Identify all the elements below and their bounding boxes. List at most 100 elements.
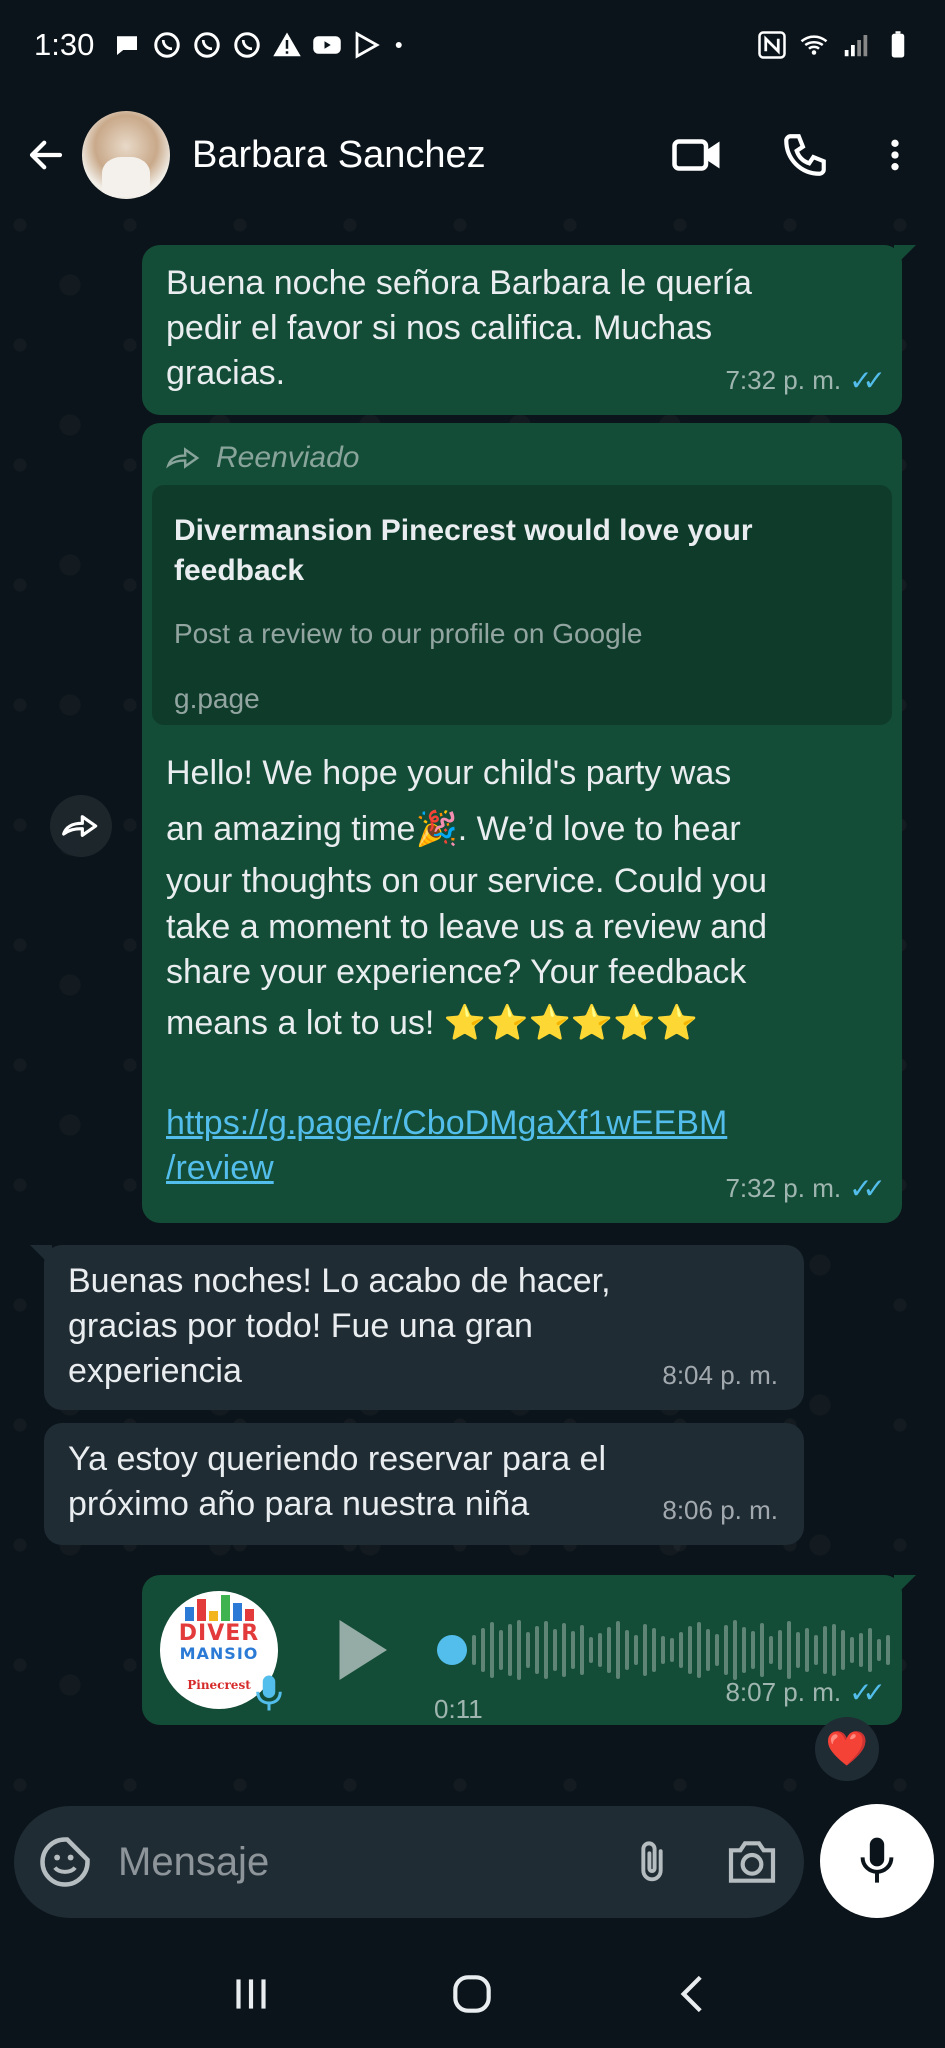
chat-area[interactable]: Buena noche señora Barbara le quería ped… xyxy=(0,205,945,1805)
bubble-tail xyxy=(894,245,916,267)
waveform-bar xyxy=(778,1630,782,1670)
waveform-bar xyxy=(715,1634,719,1666)
status-time: 1:30 xyxy=(34,27,95,62)
waveform-bar xyxy=(634,1635,638,1665)
message-meta: 8:04 p. m. xyxy=(662,1353,778,1398)
nfc-icon xyxy=(758,31,786,59)
waveform-bar xyxy=(769,1636,773,1664)
voice-message-bubble[interactable]: DIVER MANSIO Pinecrest 0:11 8:07 p. m. ✓… xyxy=(142,1575,916,1725)
waveform-bar xyxy=(472,1635,476,1665)
bubble-tail xyxy=(894,1575,916,1597)
message-text-line: an amazing time🎉. We’d love to hear xyxy=(166,810,741,848)
record-voice-button[interactable] xyxy=(820,1804,934,1918)
bubble-tail xyxy=(30,1245,52,1267)
message-time: 7:32 p. m. xyxy=(725,365,842,395)
back-arrow-icon xyxy=(29,140,63,170)
message-text-line: Hello! We hope your child's party was xyxy=(166,754,732,792)
voice-duration: 0:11 xyxy=(434,1694,483,1724)
logo-text-mid: MANSIO xyxy=(179,1643,259,1663)
waveform-bar xyxy=(643,1624,647,1676)
dot-icon xyxy=(396,42,403,48)
waveform-bar xyxy=(607,1627,611,1673)
home-icon[interactable] xyxy=(447,1969,497,2019)
video-call-button[interactable] xyxy=(667,125,727,185)
recent-apps-icon[interactable] xyxy=(226,1969,276,2019)
back-nav-icon[interactable] xyxy=(669,1969,719,2019)
read-receipt-icon: ✓✓ xyxy=(849,1676,886,1709)
forward-button[interactable] xyxy=(50,795,112,857)
contact-avatar[interactable] xyxy=(82,111,170,199)
back-button[interactable] xyxy=(20,129,72,181)
contact-name[interactable]: Barbara Sanchez xyxy=(192,134,619,177)
waveform-bar xyxy=(796,1632,800,1668)
message-meta: 8:06 p. m. xyxy=(662,1488,778,1533)
waveform-bar xyxy=(652,1628,656,1672)
attach-icon[interactable] xyxy=(626,1834,678,1890)
wifi-icon xyxy=(800,35,828,55)
waveform-bar xyxy=(598,1633,602,1667)
message-text-line: Ya estoy queriendo reservar para el xyxy=(68,1440,607,1478)
waveform-bar xyxy=(661,1636,665,1664)
message-input[interactable]: Mensaje xyxy=(118,1840,626,1885)
logo-bars xyxy=(184,1593,254,1621)
message-bubble-outgoing[interactable]: Buena noche señora Barbara le quería ped… xyxy=(142,245,916,415)
message-text-line: means a lot to us! ⭐⭐⭐⭐⭐⭐ xyxy=(166,1004,698,1042)
waveform-bar xyxy=(544,1621,548,1679)
read-receipt-icon: ✓✓ xyxy=(849,364,886,397)
waveform-bar xyxy=(571,1631,575,1669)
message-text-line: your thoughts on our service. Could you xyxy=(166,862,768,900)
waveform-bar xyxy=(814,1635,818,1665)
voice-note-mic-icon xyxy=(254,1673,284,1725)
message-bubble-incoming[interactable]: Ya estoy queriendo reservar para el próx… xyxy=(44,1423,804,1545)
signal-icon xyxy=(844,35,868,57)
forwarded-text: Reenviado xyxy=(216,441,360,474)
waveform-bar xyxy=(616,1621,620,1679)
sticker-emoji-icon[interactable] xyxy=(38,1835,92,1889)
status-right xyxy=(757,30,913,60)
waveform-bar xyxy=(760,1623,764,1677)
message-text-line: gracias por todo! Fue una gran xyxy=(68,1307,533,1345)
waveform-bar xyxy=(868,1628,872,1672)
chat-bubble-icon xyxy=(117,36,138,55)
play-button[interactable] xyxy=(332,1615,392,1697)
whatsapp-icon xyxy=(194,32,221,58)
play-store-icon xyxy=(355,31,381,59)
status-bar: 1:30 xyxy=(0,0,945,90)
review-link-line[interactable]: /review xyxy=(166,1146,274,1191)
forwarded-label: Reenviado xyxy=(166,435,878,480)
waveform-bar xyxy=(832,1624,836,1676)
waveform-bar xyxy=(481,1628,485,1672)
logo-text-bottom: Pinecrest xyxy=(187,1677,251,1692)
voice-call-button[interactable] xyxy=(775,125,835,185)
video-call-icon xyxy=(672,139,720,171)
more-vert-icon xyxy=(891,139,899,171)
message-bubble-outgoing-forwarded[interactable]: Reenviado Divermansion Pinecrest would l… xyxy=(142,423,902,1223)
message-body: Hello! We hope your child's party was an… xyxy=(166,745,882,1191)
waveform-bar xyxy=(886,1635,890,1665)
link-preview-card[interactable]: Divermansion Pinecrest would love your f… xyxy=(152,485,892,725)
message-input-bar[interactable]: Mensaje xyxy=(14,1806,804,1918)
message-text-line: pedir el favor si nos califica. Muchas xyxy=(166,309,713,347)
waveform-bar xyxy=(589,1637,593,1663)
waveform-bar xyxy=(850,1637,854,1663)
waveform-bar xyxy=(742,1627,746,1673)
phone-icon xyxy=(784,134,826,176)
waveform-bar xyxy=(526,1632,530,1668)
waveform-bar xyxy=(679,1632,683,1668)
message-meta: 8:07 p. m. ✓✓ xyxy=(725,1670,886,1715)
system-nav-bar xyxy=(0,1940,945,2048)
waveform-bar xyxy=(562,1623,566,1677)
camera-icon[interactable] xyxy=(724,1834,780,1890)
youtube-icon xyxy=(313,36,342,54)
message-meta: 7:32 p. m. ✓✓ xyxy=(725,1166,886,1211)
review-link-line[interactable]: https://g.page/r/CboDMgaXf1wEEBM xyxy=(166,1101,882,1146)
message-text-line: Buena noche señora Barbara le quería xyxy=(166,264,752,302)
message-bubble-incoming[interactable]: Buenas noches! Lo acabo de hacer, gracia… xyxy=(30,1245,804,1410)
message-text-line: Buenas noches! Lo acabo de hacer, xyxy=(68,1262,611,1300)
link-preview-domain: g.page xyxy=(174,683,260,714)
playback-scrubber-handle[interactable] xyxy=(437,1635,467,1665)
more-options-button[interactable] xyxy=(865,125,925,185)
message-time: 8:06 p. m. xyxy=(662,1495,778,1525)
heart-reaction[interactable]: ❤️ xyxy=(815,1717,879,1781)
alert-icon xyxy=(273,32,302,57)
